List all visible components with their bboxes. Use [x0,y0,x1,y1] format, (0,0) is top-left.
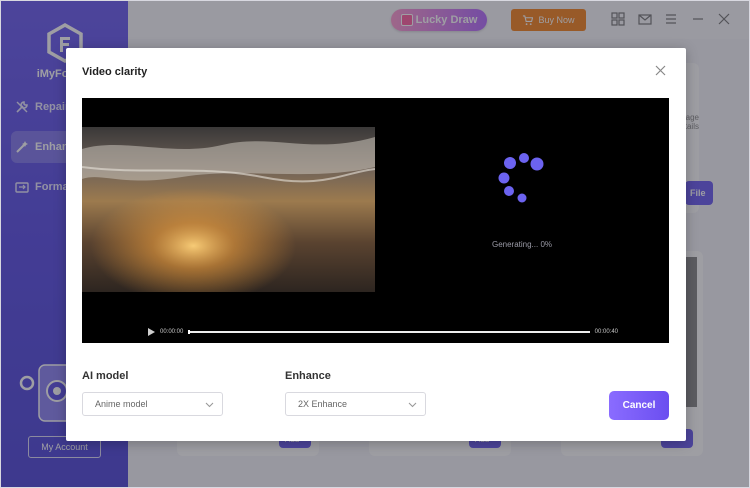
play-icon[interactable] [148,328,155,336]
video-thumbnail-image [82,127,375,292]
close-icon[interactable] [655,65,666,76]
enhance-value: 2X Enhance [298,399,348,409]
enhance-select[interactable]: 2X Enhance [285,392,426,416]
current-time: 00:00:00 [160,329,184,335]
cancel-button[interactable]: Cancel [609,391,669,420]
generating-status: Generating... 0% [491,240,553,249]
total-time: 00:00:40 [594,329,618,335]
chevron-down-icon [205,402,214,407]
chevron-down-icon [408,402,417,407]
video-clarity-dialog: Video clarity Generating... 0% 00:00:00 … [66,48,686,441]
app-window: iMyFone U Repair Enhanc Format My Accoun… [0,0,750,488]
dialog-title: Video clarity [82,66,148,78]
video-controls: 00:00:00 00:00:40 [148,326,618,338]
video-progress-bar[interactable] [188,330,590,334]
ai-model-value: Anime model [95,399,148,409]
ai-model-select[interactable]: Anime model [82,392,223,416]
enhance-label: Enhance [285,370,331,382]
progress-fill [188,330,191,334]
video-preview: Generating... 0% 00:00:00 00:00:40 [82,98,669,343]
loading-spinner-icon [498,153,544,203]
ai-model-label: AI model [82,370,129,382]
